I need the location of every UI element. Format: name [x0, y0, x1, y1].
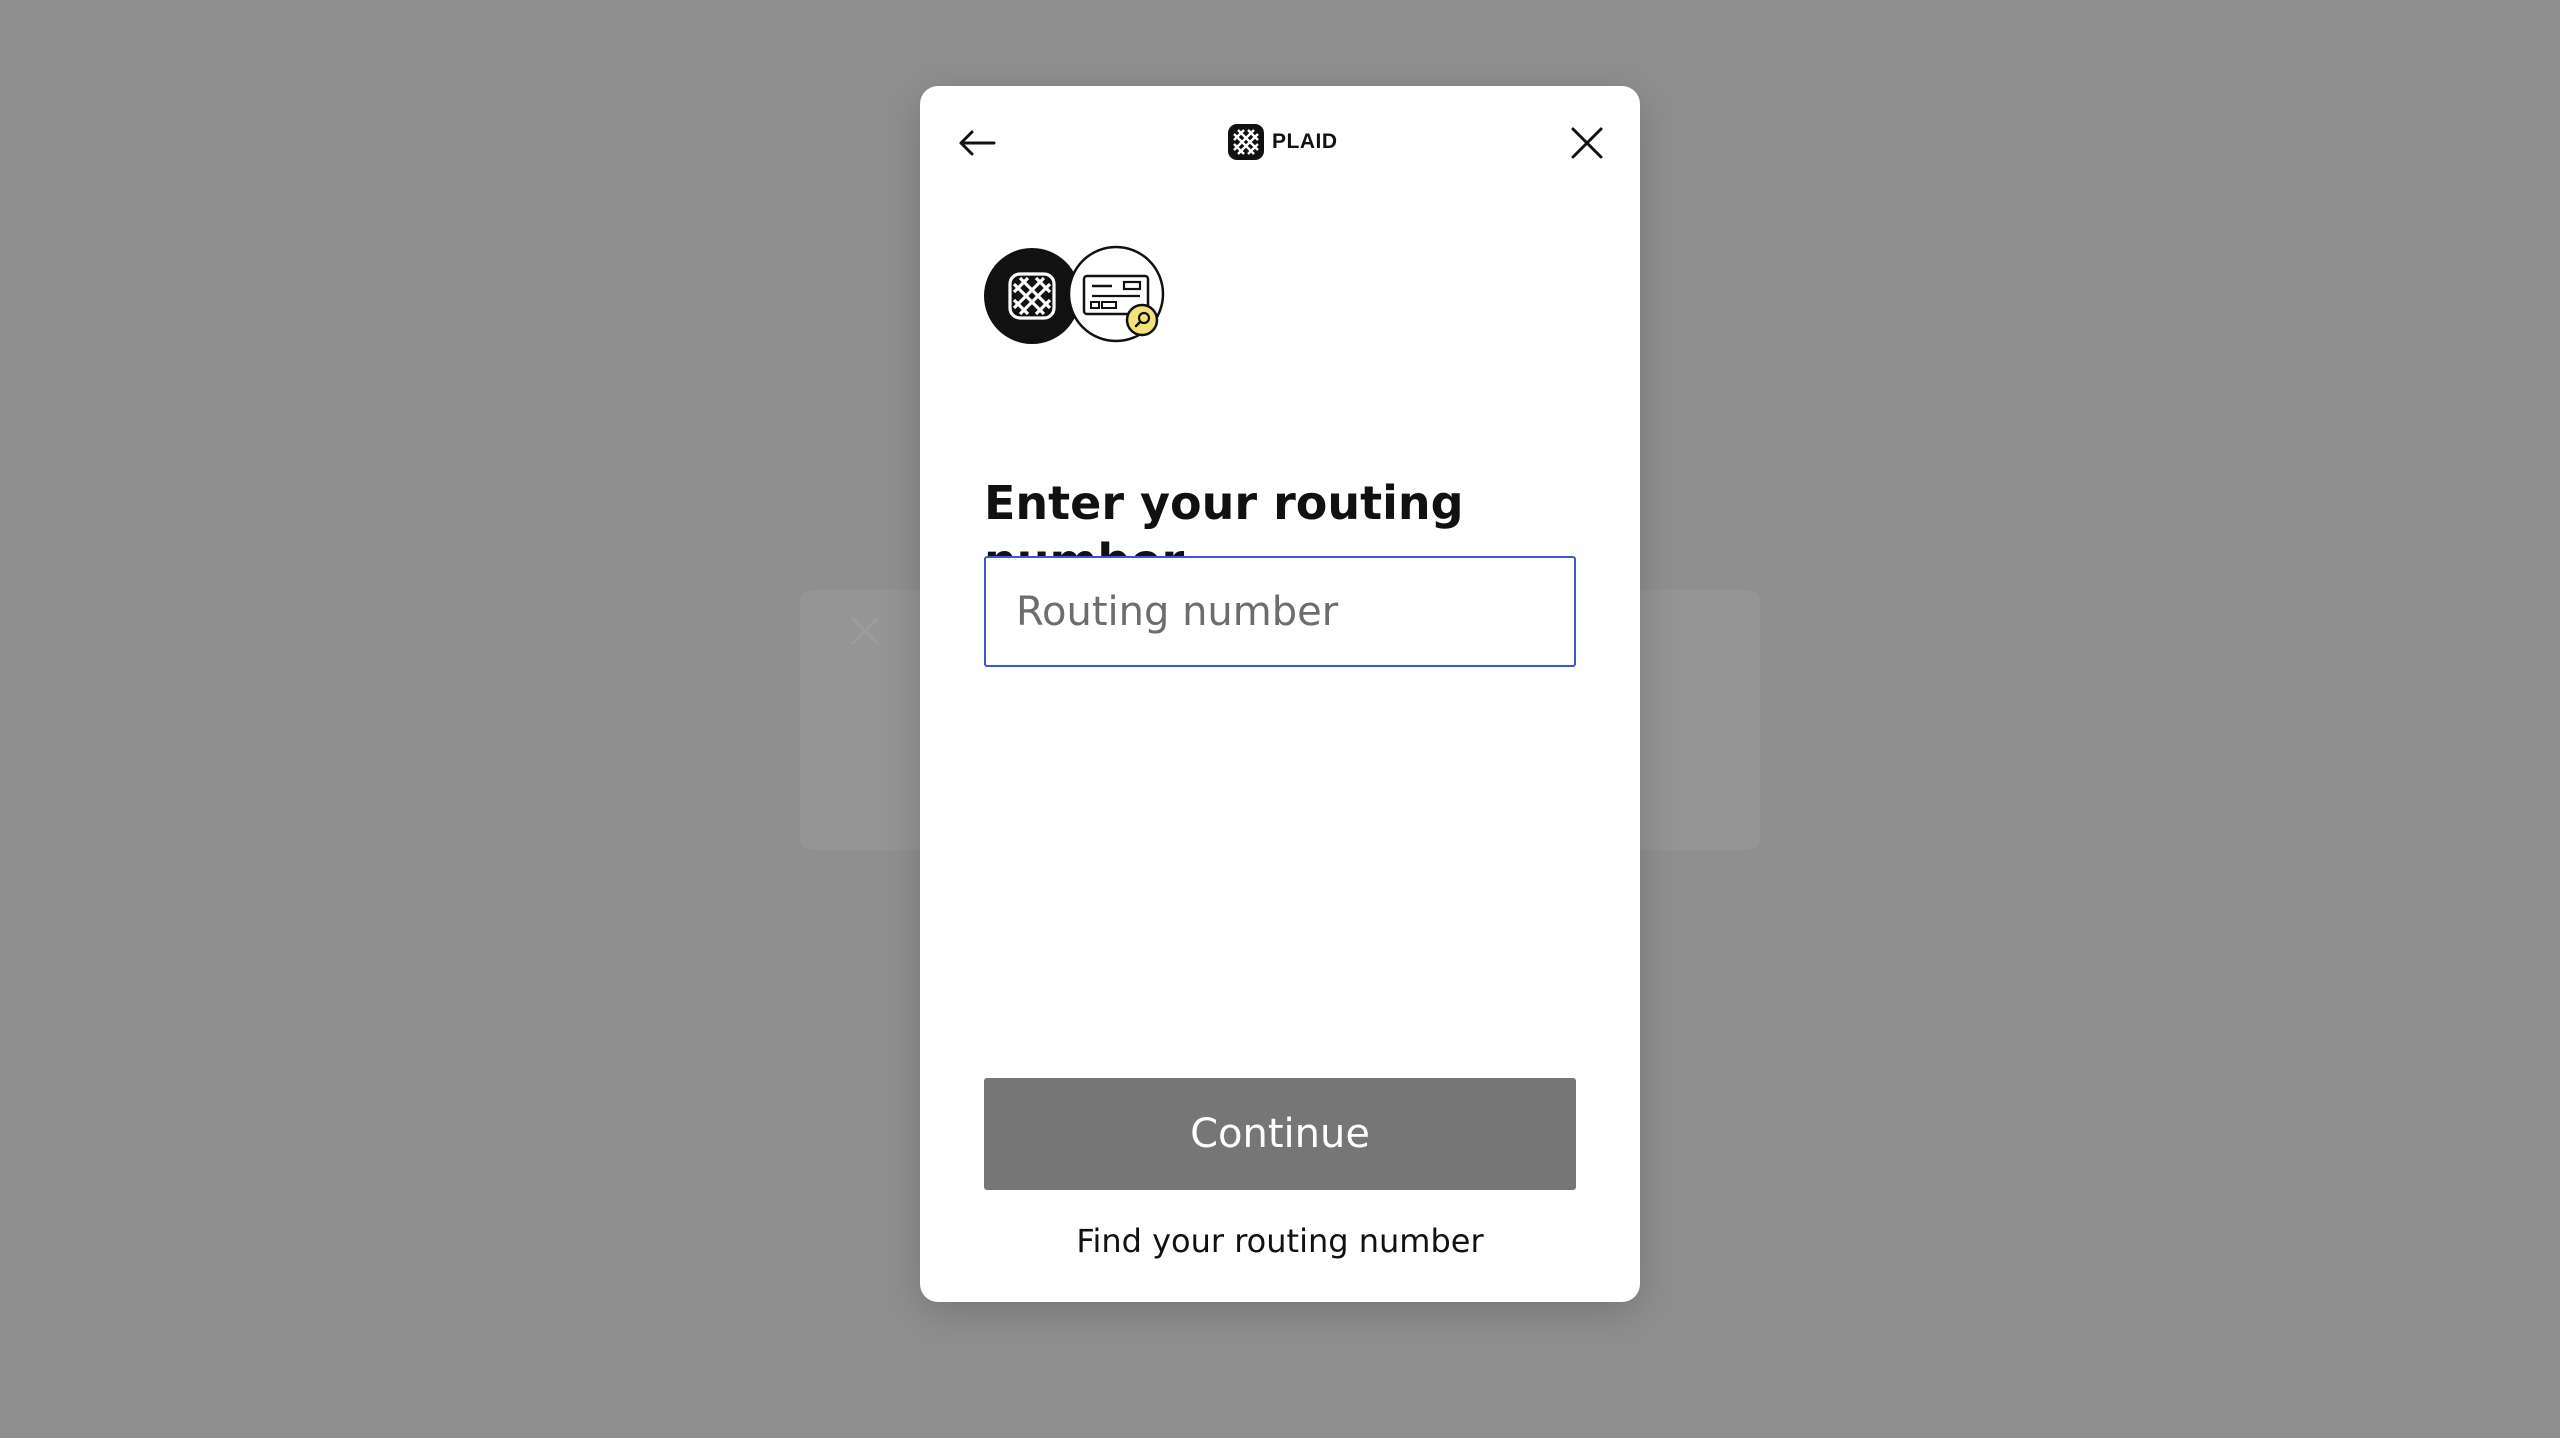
hero-icons [984, 245, 1165, 344]
close-button[interactable] [1560, 116, 1614, 170]
page-bottom-edge [0, 1438, 2560, 1442]
find-routing-number-link[interactable]: Find your routing number [920, 1222, 1640, 1260]
plaid-brand: PLAID [1226, 120, 1338, 164]
check-search-icon [1067, 245, 1165, 343]
close-icon [1571, 127, 1603, 159]
modal-header: PLAID [920, 86, 1640, 196]
routing-number-input[interactable] [984, 556, 1576, 667]
plaid-logo-icon [1228, 124, 1264, 160]
continue-button[interactable]: Continue [984, 1078, 1576, 1190]
brand-name: PLAID [1272, 130, 1338, 153]
background-close-icon [850, 616, 880, 646]
back-button[interactable] [950, 116, 1004, 170]
routing-number-modal: PLAID Enter your routing Routing number … [920, 86, 1640, 1302]
arrow-left-icon [959, 130, 996, 156]
plaid-circle-icon [984, 248, 1080, 344]
